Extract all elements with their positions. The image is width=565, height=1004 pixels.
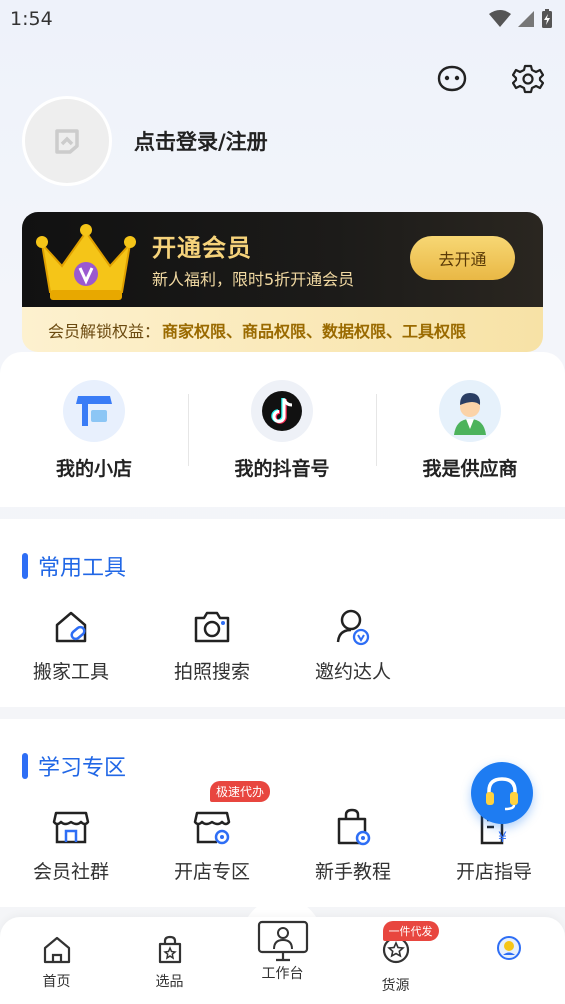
vip-benefits-prefix: 会员解锁权益： <box>48 321 161 341</box>
shop-gear-icon: 极速代办 <box>192 781 271 847</box>
tab-home[interactable]: 首页 <box>0 935 113 991</box>
vip-title: 开通会员 <box>152 234 252 262</box>
shopping-bag-icon <box>158 935 181 964</box>
shortcuts-card: 我的小店 我的抖音号 我是供应商 <box>0 352 565 507</box>
dropship-badge: 一件代发 <box>382 921 439 941</box>
tool-move-house[interactable]: 搬家工具 <box>1 607 141 684</box>
shop-icon <box>51 807 91 847</box>
tab-label: 工作台 <box>261 966 304 982</box>
supplier-icon <box>439 380 501 442</box>
monitor-user-icon <box>257 920 308 962</box>
tool-label: 开店指导 <box>455 861 532 883</box>
bag-gear-icon <box>333 807 373 847</box>
study-member-community[interactable]: 会员社群 <box>1 807 141 884</box>
avatar[interactable] <box>22 96 112 186</box>
study-store-area[interactable]: 极速代办 开店专区 <box>142 781 282 884</box>
settings-icon[interactable] <box>511 62 545 96</box>
vip-banner: 开通会员 新人福利，限时5折开通会员 去开通 <box>22 212 543 307</box>
profile-avatar-icon <box>496 936 521 960</box>
profile-header[interactable]: 点击登录/注册 <box>22 96 268 186</box>
tab-supply-icon-wrap: 一件代发 <box>381 921 439 969</box>
camera-icon <box>192 607 232 647</box>
store-icon <box>63 380 125 442</box>
section-title: 常用工具 <box>22 550 126 582</box>
top-actions <box>435 62 545 96</box>
avatar-placeholder-icon <box>55 129 79 154</box>
shortcut-my-store[interactable]: 我的小店 <box>0 380 188 481</box>
shortcut-my-douyin[interactable]: 我的抖音号 <box>188 380 376 481</box>
tab-label: 货源 <box>381 978 410 994</box>
tab-selection[interactable]: 选品 <box>113 935 226 991</box>
tab-supply[interactable]: 一件代发 货源 <box>339 921 452 995</box>
tab-label: 首页 <box>42 974 71 990</box>
tab-bar: 首页 选品 工作台 一件代发 货源 <box>0 917 565 1004</box>
crown-icon <box>36 224 136 300</box>
douyin-icon <box>251 380 313 442</box>
vip-benefits-list: 商家权限、商品权限、数据权限、工具权限 <box>162 321 467 341</box>
shortcut-label: 我的抖音号 <box>234 458 330 480</box>
status-bar: 1:54 <box>0 0 565 38</box>
study-beginner-tutorial[interactable]: 新手教程 <box>283 807 423 884</box>
common-tools-card: 常用工具 搬家工具 拍照搜索 邀约达人 <box>0 519 565 707</box>
login-register-link[interactable]: 点击登录/注册 <box>134 126 268 156</box>
tab-label: 选品 <box>155 974 184 990</box>
user-badge-icon <box>333 607 373 647</box>
shortcut-supplier[interactable]: 我是供应商 <box>376 380 564 481</box>
status-icons <box>489 9 553 29</box>
vip-card[interactable]: 开通会员 新人福利，限时5折开通会员 去开通 会员解锁权益： 商家权限、商品权限… <box>22 212 543 352</box>
message-icon[interactable] <box>435 62 469 96</box>
signal-icon <box>518 11 534 27</box>
section-title: 学习专区 <box>22 750 126 782</box>
home-icon <box>43 936 70 964</box>
tool-label: 新手教程 <box>314 861 391 883</box>
vip-benefits: 会员解锁权益： 商家权限、商品权限、数据权限、工具权限 <box>22 307 543 352</box>
house-link-icon <box>51 607 91 647</box>
shortcut-label: 我的小店 <box>55 458 132 480</box>
tool-label: 拍照搜索 <box>173 661 250 683</box>
fast-agency-badge: 极速代办 <box>210 781 271 802</box>
svg-text:¥: ¥ <box>498 830 507 846</box>
tab-workbench[interactable]: 工作台 <box>226 919 339 983</box>
wifi-icon <box>489 10 511 27</box>
tool-label: 邀约达人 <box>314 661 391 683</box>
tool-label: 开店专区 <box>173 861 250 883</box>
tool-invite-talent[interactable]: 邀约达人 <box>283 607 423 684</box>
tab-profile[interactable] <box>452 935 565 967</box>
tool-label: 会员社群 <box>32 861 109 883</box>
tool-photo-search[interactable]: 拍照搜索 <box>142 607 282 684</box>
headset-icon <box>486 777 518 811</box>
shortcut-label: 我是供应商 <box>422 458 518 480</box>
vip-subtitle: 新人福利，限时5折开通会员 <box>152 270 355 289</box>
tool-label: 搬家工具 <box>32 661 109 683</box>
open-vip-button[interactable]: 去开通 <box>410 236 515 280</box>
battery-icon <box>542 9 552 28</box>
status-time: 1:54 <box>10 8 53 30</box>
customer-support-button[interactable] <box>471 762 533 824</box>
